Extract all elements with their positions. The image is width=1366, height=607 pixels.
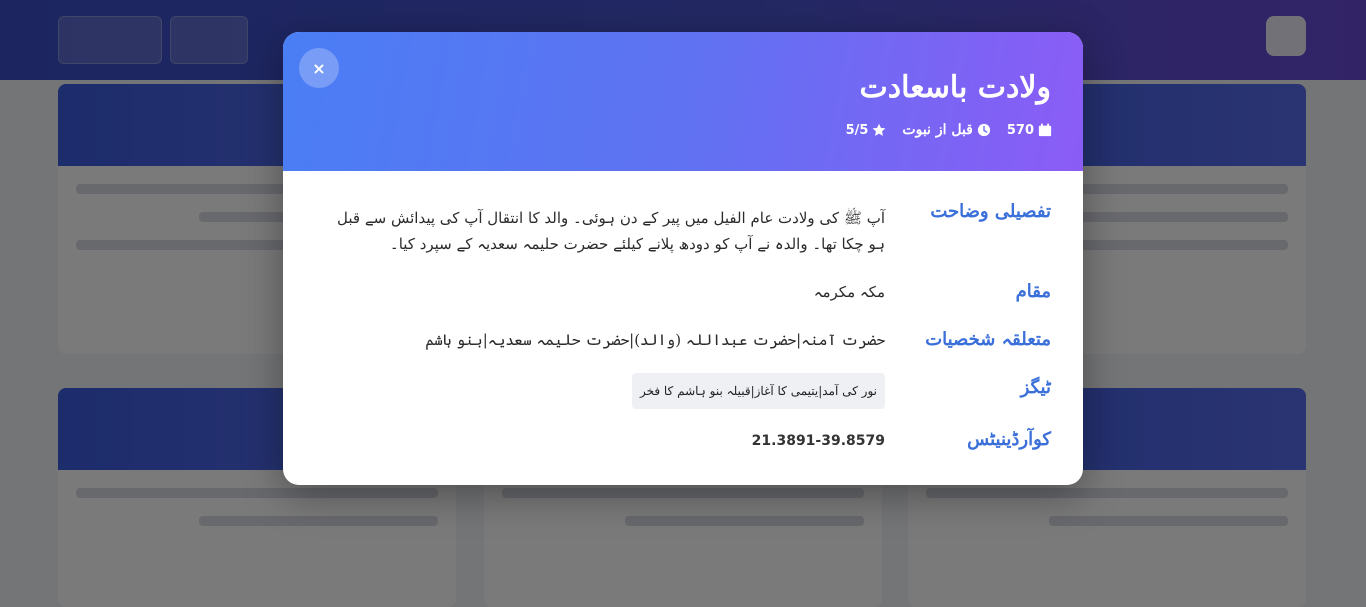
close-button[interactable]: × (299, 48, 339, 88)
modal-title: ولادت باسعادت (859, 70, 1051, 105)
meta-period: قبل از نبوت (902, 122, 990, 138)
tags-chip: نور کی آمد|یتیمی کا آغاز|قبیلہ بنو ہاشم … (631, 373, 885, 409)
meta-rating: 5/5 (846, 122, 887, 138)
event-detail-modal: × ولادت باسعادت 570 قبل از نبوت 5/5 تفصی… (283, 32, 1083, 485)
calendar-icon (1038, 123, 1052, 137)
close-icon: × (312, 58, 326, 78)
meta-year-text: 570 (1006, 122, 1034, 138)
meta-year: 570 (1007, 122, 1052, 138)
modal-header: × ولادت باسعادت 570 قبل از نبوت 5/5 (283, 32, 1083, 171)
place-label: مقام (1015, 281, 1051, 302)
people-label: متعلقہ شخصیات (925, 329, 1051, 350)
star-icon (873, 123, 886, 136)
modal-body: تفصیلی وضاحت آپ ﷺ کی ولادت عام الفیل میں… (283, 171, 1083, 485)
place-value: مکہ مکرمہ (813, 283, 885, 301)
coords-label: کوآرڈینیٹس (967, 429, 1051, 450)
event-meta: 570 قبل از نبوت 5/5 (846, 122, 1052, 138)
coords-value: 21.3891-39.8579 (751, 433, 885, 449)
meta-rating-text: 5/5 (845, 122, 869, 138)
meta-period-text: قبل از نبوت (902, 122, 973, 138)
tags-label: ٹیگز (1020, 377, 1051, 398)
people-value: حضرت آمنہ|حضرت عبداللہ (والد)|حضرت حلیمہ… (425, 331, 885, 349)
description-text: آپ ﷺ کی ولادت عام الفیل میں پیر کے دن ہو… (337, 209, 885, 253)
description-label: تفصیلی وضاحت (930, 201, 1051, 222)
clock-icon (977, 123, 990, 137)
